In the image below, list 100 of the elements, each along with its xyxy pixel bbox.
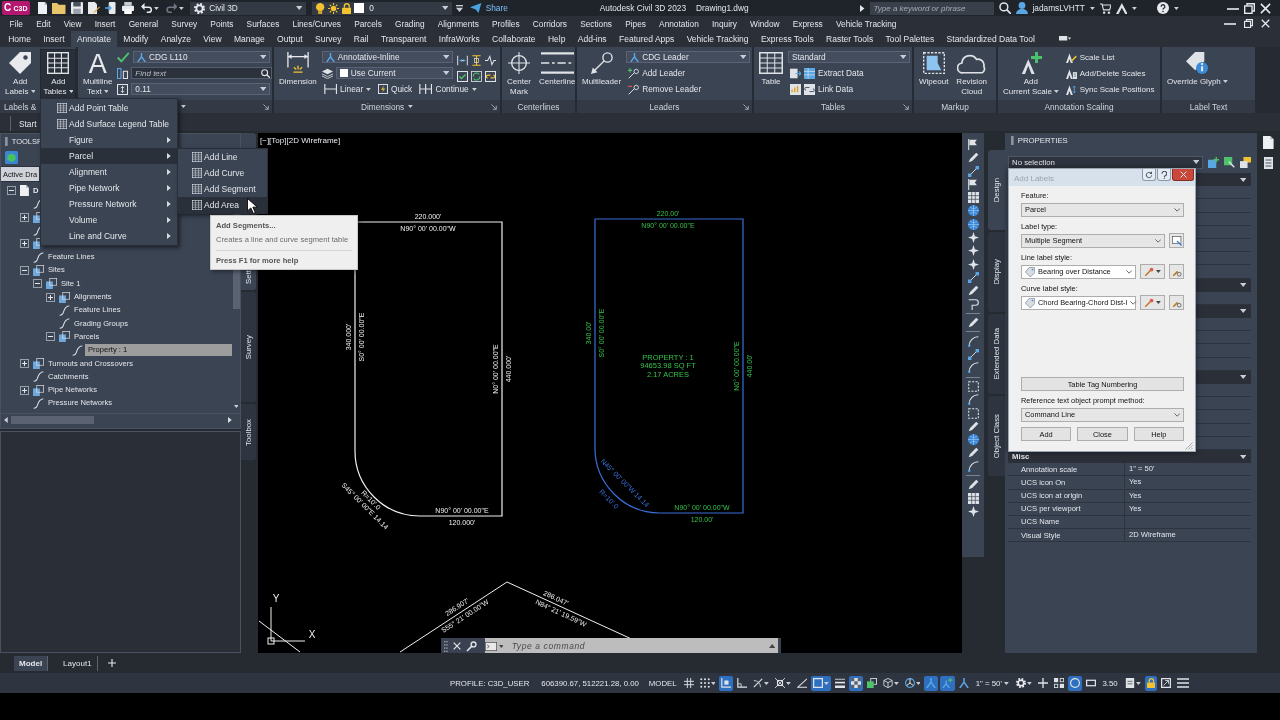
plus-icon[interactable] [107,659,116,667]
caret-icon[interactable] [154,6,160,10]
circular-arrows-icon[interactable] [471,71,482,82]
globe-icon[interactable] [967,434,979,446]
ribbon-tab[interactable]: Manage [227,31,271,47]
pick-button[interactable] [1169,233,1184,248]
minimize-icon[interactable] [1227,7,1239,10]
status-toggle[interactable] [1175,675,1192,691]
caret-icon[interactable] [228,416,232,423]
resize-grip-icon[interactable] [1185,442,1193,450]
restore-icon[interactable] [1244,19,1253,28]
ribbon-tab[interactable]: Survey [308,31,348,47]
menu-item[interactable]: Insert [88,18,123,29]
ribbon-tab[interactable]: Modify [117,31,155,47]
diagonal-arrow-icon[interactable] [263,104,269,110]
menu-item[interactable]: Lines/Curves [285,18,348,29]
status-toggle[interactable] [1035,675,1050,691]
ribbon-button[interactable]: Sync Scale Positions [1063,83,1157,95]
status-toggle[interactable] [864,675,879,691]
ribbon-button[interactable]: Revision Cloud [953,49,991,100]
ribbon-tab[interactable]: Add-ins [571,31,613,47]
text-height-icon[interactable] [117,83,129,95]
terminal-icon[interactable] [484,641,497,651]
close-button[interactable] [1172,169,1194,181]
link-box-icon[interactable] [485,71,496,82]
zigzag-icon[interactable] [485,55,496,66]
flag-icon[interactable] [968,139,978,150]
caret-icon[interactable] [233,405,239,408]
ribbon-button[interactable]: Center Mark [504,49,534,100]
status-toggle[interactable] [697,675,718,691]
flag-icon[interactable] [968,178,978,190]
status-toggle[interactable] [681,675,696,691]
document-icon[interactable] [1263,136,1274,149]
collapse-icon[interactable] [46,332,55,342]
ribbon-button[interactable]: Continue [417,83,479,95]
collapse-icon[interactable] [33,279,42,289]
node-line-icon[interactable] [967,271,979,283]
pencil-icon[interactable] [967,152,979,164]
menu-item[interactable]: Survey [164,18,204,29]
sparkle-icon[interactable] [967,232,979,244]
restore-icon[interactable] [1244,2,1255,14]
menu-item[interactable]: Window [743,18,787,29]
menu-item[interactable]: Points [203,18,240,29]
ribbon-tab[interactable]: Annotate [70,31,118,47]
ribbon-tab[interactable]: Home [2,31,38,47]
menu-item[interactable]: Figure [41,132,177,148]
style-edit-button[interactable] [1140,295,1165,310]
sparkle-icon[interactable] [967,258,979,270]
close-icon[interactable] [1261,19,1270,28]
caret-icon[interactable] [860,4,865,12]
collapse-icon[interactable] [7,186,16,196]
menu-item[interactable]: Parcel [41,148,177,164]
ribbon-button[interactable]: Extract Data [788,67,866,79]
ribbon-button[interactable]: Add Tables [40,49,76,100]
caret-icon[interactable] [408,105,414,108]
menu-item[interactable]: Add Segment [178,181,267,197]
scrollbar-thumb[interactable] [10,415,94,424]
cube-tile-icon[interactable] [5,150,18,164]
node-line-icon[interactable] [967,165,979,177]
status-toggle[interactable] [811,675,831,691]
menu-item[interactable]: Pressure Network [41,196,177,212]
menu-item[interactable]: Add Curve [178,165,267,181]
status-toggle[interactable] [773,675,793,691]
expand-icon[interactable] [20,239,29,249]
close-icon[interactable] [1260,2,1271,14]
status-toggle[interactable] [1013,675,1034,691]
status-toggle[interactable] [940,675,955,691]
grid-block-icon[interactable] [967,192,979,204]
ribbon-tab[interactable]: Analyze [154,31,198,47]
ribbon-button[interactable]: Linear [321,83,373,95]
menu-item[interactable]: Parcels [347,18,389,29]
menu-item[interactable]: Profiles [485,18,527,29]
ribbon-button[interactable]: Add Current Scale [1000,49,1062,100]
style-dropdown[interactable]: Annotative-Inline [321,51,453,63]
minimize-icon[interactable] [1224,22,1236,25]
dashed-square-icon[interactable] [967,380,979,392]
cart-icon[interactable] [1099,2,1111,14]
expand-icon[interactable] [20,359,29,368]
ribbon-button[interactable]: Add Labels [2,49,39,100]
grip-icon[interactable] [1011,136,1014,145]
menu-item[interactable]: Inquiry [705,18,744,29]
curved-arrow-right-icon[interactable] [166,3,178,13]
pencil-icon[interactable] [967,317,979,329]
wrench-icon[interactable] [465,640,477,652]
layer-dropdown[interactable]: 0 [312,1,453,15]
ribbon-button[interactable]: Remove Leader [626,83,704,95]
diagonal-arrow-icon[interactable] [491,104,497,110]
diagonal-arrow-icon[interactable] [743,104,749,110]
menu-item[interactable]: Alignment [41,164,177,180]
style-dropdown[interactable]: 0.11 [131,83,270,95]
box-plus-icon[interactable] [1208,156,1219,168]
ribbon-button[interactable]: Link Data [788,83,856,95]
pencil-icon[interactable] [967,447,979,459]
status-toggle[interactable] [880,675,901,691]
arc-icon[interactable] [967,362,979,374]
style-dropdown[interactable]: CDG L110 [132,51,270,63]
layers-icon[interactable] [321,67,333,79]
expand-icon[interactable] [46,292,55,302]
triangle-peak-icon[interactable] [1115,2,1128,14]
folder-icon[interactable] [52,2,66,14]
